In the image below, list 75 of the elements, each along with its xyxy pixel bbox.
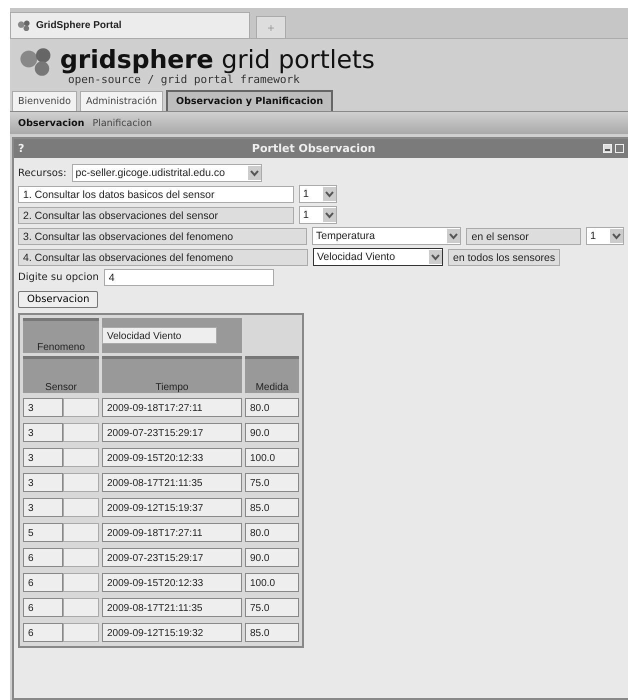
table-cell: 2009-09-12T15:19:32 [102,622,242,642]
table-cell [63,622,99,642]
option-text: en todos los sensores [448,248,560,266]
portal-brand: gridsphere grid portlets [60,47,375,73]
table-cell: 3 [23,472,63,492]
table-cell: 3 [23,448,63,466]
option-input[interactable]: 4 [104,269,274,286]
table-cell: 2009-09-15T20:12:33 [102,572,242,592]
dropdown[interactable]: 1 [299,206,337,224]
table-cell: 85.0 [245,622,299,642]
table-cell: 2009-08-17T21:11:35 [102,598,242,616]
column-header: Medida [245,356,299,393]
dropdown[interactable]: Velocidad Viento [313,248,443,266]
maximize-icon[interactable] [615,144,624,153]
table-cell: 2009-07-23T15:29:17 [102,548,242,566]
table-cell [63,498,99,516]
dropdown[interactable]: Temperatura [312,227,462,245]
column-header: Sensor [23,356,99,393]
table-cell [63,398,99,416]
table-cell: 3 [23,398,63,416]
table-cell: 85.0 [245,498,299,516]
table-cell: 75.0 [245,472,299,492]
table-cell [63,448,99,466]
option-label: 2. Consultar las observaciones del sensor [18,206,294,224]
column-header: Tiempo [102,356,242,393]
nav-tab[interactable]: Observacion y Planificacion [166,90,334,111]
option-label: 1. Consultar los datos basicos del sensor [18,186,294,202]
dropdown[interactable]: pc-seller.gicoge.udistrital.edu.co [72,164,262,182]
table-cell: 2009-08-17T21:11:35 [102,472,242,492]
dropdown[interactable]: 1 [586,227,624,245]
help-link[interactable]: ? [18,142,24,155]
table-cell: 6 [23,598,63,616]
table-cell: 6 [23,622,63,642]
table-cell [63,522,99,542]
option-label: 4. Consultar las observaciones del fenomeno [18,248,308,266]
sub-tab[interactable]: Observacion [18,116,84,130]
table-cell [63,548,99,566]
table-cell: 100.0 [245,448,299,466]
sub-tab[interactable]: Planificacion [92,116,152,130]
dropdown[interactable]: 1 [299,185,337,203]
table-cell [63,472,99,492]
logo-icon [17,20,31,32]
nav-tab[interactable]: Administración [80,91,164,111]
table-cell: 90.0 [245,422,299,442]
table-cell: 3 [23,498,63,516]
table-cell [63,572,99,592]
field-label: Digite su opcion [18,272,99,283]
table-header: Fenomeno [23,318,99,353]
table-cell: 2009-07-23T15:29:17 [102,422,242,442]
option-label: 3. Consultar las observaciones del fenomeno [18,228,307,244]
table-cell: 75.0 [245,598,299,616]
table-cell: 100.0 [245,572,299,592]
minimize-icon[interactable] [603,144,612,153]
portlet-title: Portlet Observacion [250,142,376,155]
observacion-button[interactable]: Observacion [18,291,98,308]
table-cell: 80.0 [245,522,299,542]
table-cell [63,598,99,616]
table-cell [63,422,99,442]
table-cell: 90.0 [245,548,299,566]
table-cell: 80.0 [245,398,299,416]
option-text: en el sensor [466,228,582,244]
portal-tagline: open-source / grid portal framework [68,73,300,86]
table-cell: 6 [23,572,63,592]
table-cell: 2009-09-18T17:27:11 [102,398,242,416]
tab-title: GridSphere Portal [36,20,122,31]
browser-tab[interactable]: GridSphere Portal [10,12,250,38]
table-cell: 5 [23,522,63,542]
table-cell: 2009-09-12T15:19:37 [102,498,242,516]
nav-tab[interactable]: Bienvenido [12,91,77,111]
table-cell: 6 [23,548,63,566]
phenomenon-field: Velocidad Viento [102,327,217,344]
table-cell: 2009-09-18T17:27:11 [102,522,242,542]
table-cell: 3 [23,422,63,442]
field-label: Recursos: [18,168,67,178]
table-cell: 2009-09-15T20:12:33 [102,448,242,466]
